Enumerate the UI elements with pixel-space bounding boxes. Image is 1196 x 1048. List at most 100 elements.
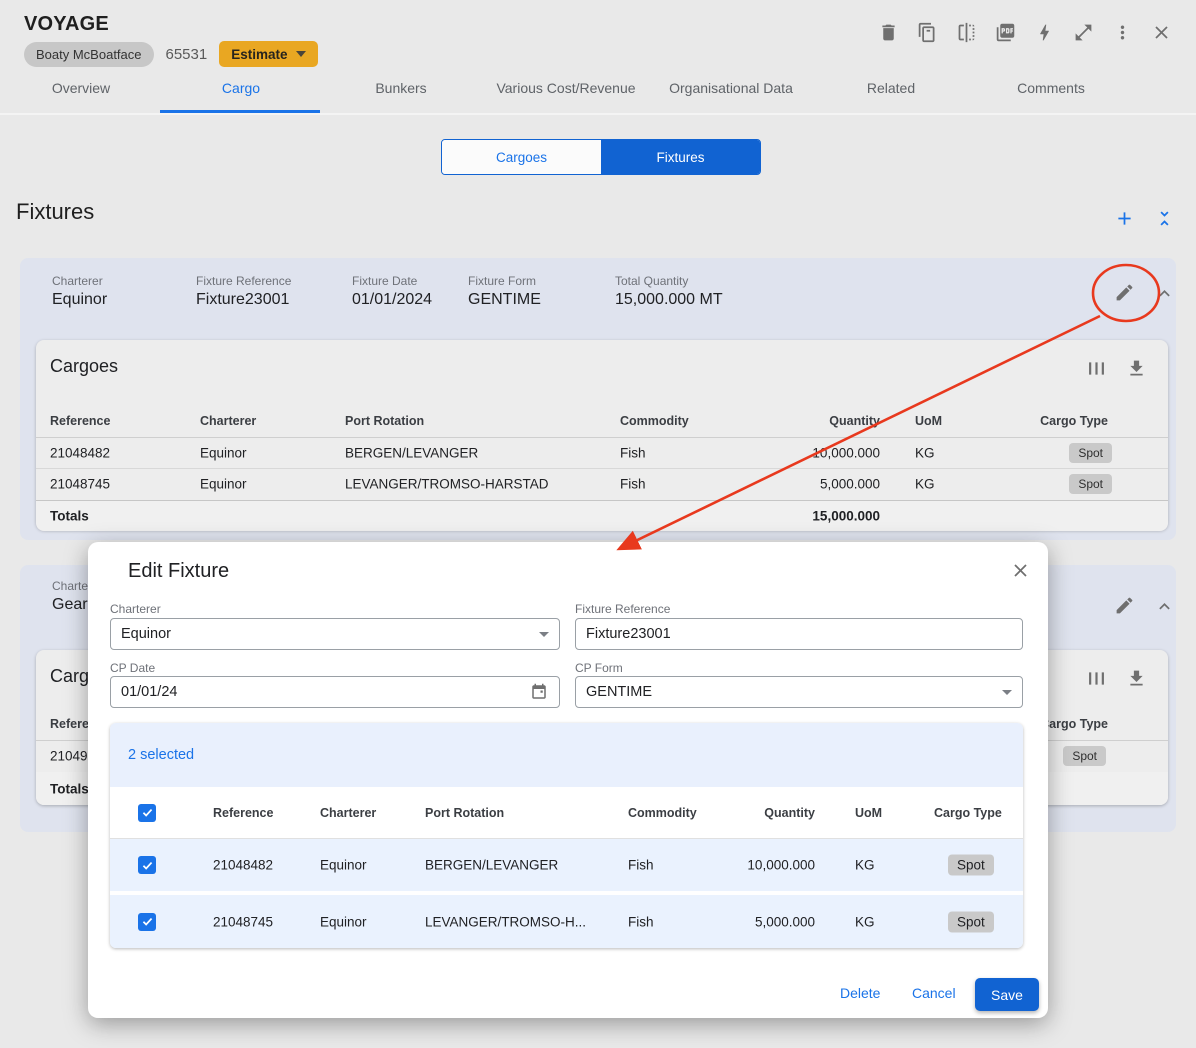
column-header: Quantity — [829, 414, 880, 428]
cell-reference: 21048482 — [213, 858, 273, 873]
edit-fixture-pencil-icon[interactable] — [1112, 280, 1136, 304]
voyage-window: VOYAGE Boaty McBoatface 65531 Estimate — [0, 0, 1196, 1048]
column-header: Reference — [213, 806, 273, 820]
field-value: Equinor — [52, 291, 107, 309]
caret-down-icon — [1002, 690, 1012, 695]
cp-form-select[interactable]: GENTIME — [575, 676, 1023, 708]
caret-down-icon — [539, 632, 549, 637]
row-checkbox[interactable] — [138, 856, 156, 874]
cell-port-rotation: BERGEN/LEVANGER — [345, 445, 478, 460]
save-button[interactable]: Save — [975, 978, 1039, 1011]
estimate-dropdown-button[interactable]: Estimate — [219, 41, 317, 67]
cell-uom: KG — [915, 477, 935, 492]
modal-table-header: Reference Charterer Port Rotation Commod… — [110, 787, 1023, 839]
fixtures-section-title: Fixtures — [16, 199, 94, 225]
column-header: Charterer — [200, 414, 256, 428]
cell-quantity: 10,000.000 — [747, 858, 815, 873]
row-checkbox[interactable] — [138, 913, 156, 931]
column-header: Cargo Type — [1040, 414, 1108, 428]
cell-commodity: Fish — [620, 445, 646, 460]
calendar-icon[interactable] — [529, 682, 549, 702]
delete-icon[interactable] — [876, 20, 900, 44]
field-value: GENTIME — [468, 291, 541, 309]
delete-button[interactable]: Delete — [840, 985, 880, 1001]
selection-status-bar: 2 selected — [110, 723, 1023, 787]
cargoes-title: Cargoes — [50, 356, 118, 377]
collapse-all-icon[interactable] — [1152, 206, 1176, 230]
toggle-cargoes-button[interactable]: Cargoes — [442, 140, 601, 174]
charterer-label: Charterer — [110, 602, 161, 616]
cell-uom: KG — [915, 445, 935, 460]
cp-form-label: CP Form — [575, 661, 623, 675]
tab-comments[interactable]: Comments — [1017, 80, 1085, 96]
column-header: Port Rotation — [425, 806, 504, 820]
column-header: UoM — [855, 806, 882, 820]
cp-date-input[interactable]: 01/01/24 — [110, 676, 560, 708]
modal-title: Edit Fixture — [128, 560, 229, 583]
download-icon[interactable] — [1124, 356, 1148, 380]
tab-bunkers[interactable]: Bunkers — [375, 80, 426, 96]
more-menu-icon[interactable] — [1110, 20, 1134, 44]
cargo-selection-table: 2 selected Reference Charterer Port Rota… — [110, 723, 1023, 948]
fixture-reference-input[interactable]: Fixture23001 — [575, 618, 1023, 650]
cell-charterer: Equinor — [320, 858, 367, 873]
close-icon[interactable] — [1149, 20, 1173, 44]
cell-uom: KG — [855, 858, 875, 873]
modal-close-icon[interactable] — [1008, 558, 1032, 582]
field-label: Fixture Reference — [196, 274, 291, 288]
toggle-fixtures-button[interactable]: Fixtures — [601, 140, 760, 174]
cargo-type-badge: Spot — [1069, 474, 1112, 494]
cell-port-rotation: LEVANGER/TROMSO-HARSTAD — [345, 477, 549, 492]
cell-port-rotation: LEVANGER/TROMSO-H... — [425, 914, 586, 929]
selection-count: 2 selected — [128, 747, 194, 763]
cargo-row[interactable]: 21048482 Equinor BERGEN/LEVANGER Fish 10… — [36, 437, 1168, 469]
modal-cargo-row[interactable]: 21048482 Equinor BERGEN/LEVANGER Fish 10… — [110, 839, 1023, 891]
tab-overview[interactable]: Overview — [52, 80, 110, 96]
modal-cargo-row[interactable]: 21048745 Equinor LEVANGER/TROMSO-H... Fi… — [110, 895, 1023, 948]
select-all-checkbox[interactable] — [138, 804, 156, 822]
cell-port-rotation: BERGEN/LEVANGER — [425, 858, 558, 873]
column-header: Cargo Type — [1040, 717, 1108, 731]
cell-quantity: 5,000.000 — [755, 914, 815, 929]
cell-quantity: 10,000.000 — [812, 445, 880, 460]
column-header: UoM — [915, 414, 942, 428]
cell-commodity: Fish — [628, 858, 654, 873]
view-toggle: Cargoes Fixtures — [441, 139, 761, 175]
cp-date-label: CP Date — [110, 661, 155, 675]
field-label: Fixture Date — [352, 274, 432, 288]
expand-icon[interactable] — [1071, 20, 1095, 44]
field-value: 01/01/2024 — [352, 291, 432, 309]
charterer-select[interactable]: Equinor — [110, 618, 560, 650]
cell-quantity: 5,000.000 — [820, 477, 880, 492]
add-fixture-icon[interactable] — [1112, 206, 1136, 230]
cell-commodity: Fish — [628, 914, 654, 929]
flip-compare-icon[interactable] — [954, 20, 978, 44]
download-icon[interactable] — [1124, 666, 1148, 690]
columns-icon[interactable] — [1084, 666, 1108, 690]
tab-organisational-data[interactable]: Organisational Data — [669, 80, 793, 96]
edit-fixture-modal: Edit Fixture Charterer Equinor Fixture R… — [88, 542, 1048, 1018]
cargo-row[interactable]: 21048745 Equinor LEVANGER/TROMSO-HARSTAD… — [36, 468, 1168, 500]
pdf-icon[interactable] — [993, 20, 1017, 44]
cargoes-card-1: Cargoes Reference Charterer Port Rotatio… — [36, 340, 1168, 530]
columns-icon[interactable] — [1084, 356, 1108, 380]
column-header: Reference — [50, 414, 110, 428]
bolt-icon[interactable] — [1032, 20, 1056, 44]
field-value: 15,000.000 MT — [615, 291, 723, 309]
cancel-button[interactable]: Cancel — [912, 985, 956, 1001]
tab-cargo[interactable]: Cargo — [222, 80, 260, 96]
cargo-type-badge: Spot — [1063, 746, 1106, 766]
cell-charterer: Equinor — [200, 477, 247, 492]
column-header: Charterer — [320, 806, 376, 820]
duplicate-icon[interactable] — [915, 20, 939, 44]
collapse-card-chevron-icon[interactable] — [1152, 594, 1176, 618]
edit-fixture-pencil-icon[interactable] — [1112, 593, 1136, 617]
fixture-reference-label: Fixture Reference — [575, 602, 670, 616]
cargoes-table-header: Reference Charterer Port Rotation Commod… — [36, 405, 1168, 438]
tab-various-cost-revenue[interactable]: Various Cost/Revenue — [496, 80, 635, 96]
totals-quantity: 15,000.000 — [812, 509, 880, 524]
collapse-card-chevron-icon[interactable] — [1152, 281, 1176, 305]
totals-label: Totals — [50, 509, 89, 524]
totals-label: Totals — [50, 781, 89, 796]
tab-related[interactable]: Related — [867, 80, 915, 96]
